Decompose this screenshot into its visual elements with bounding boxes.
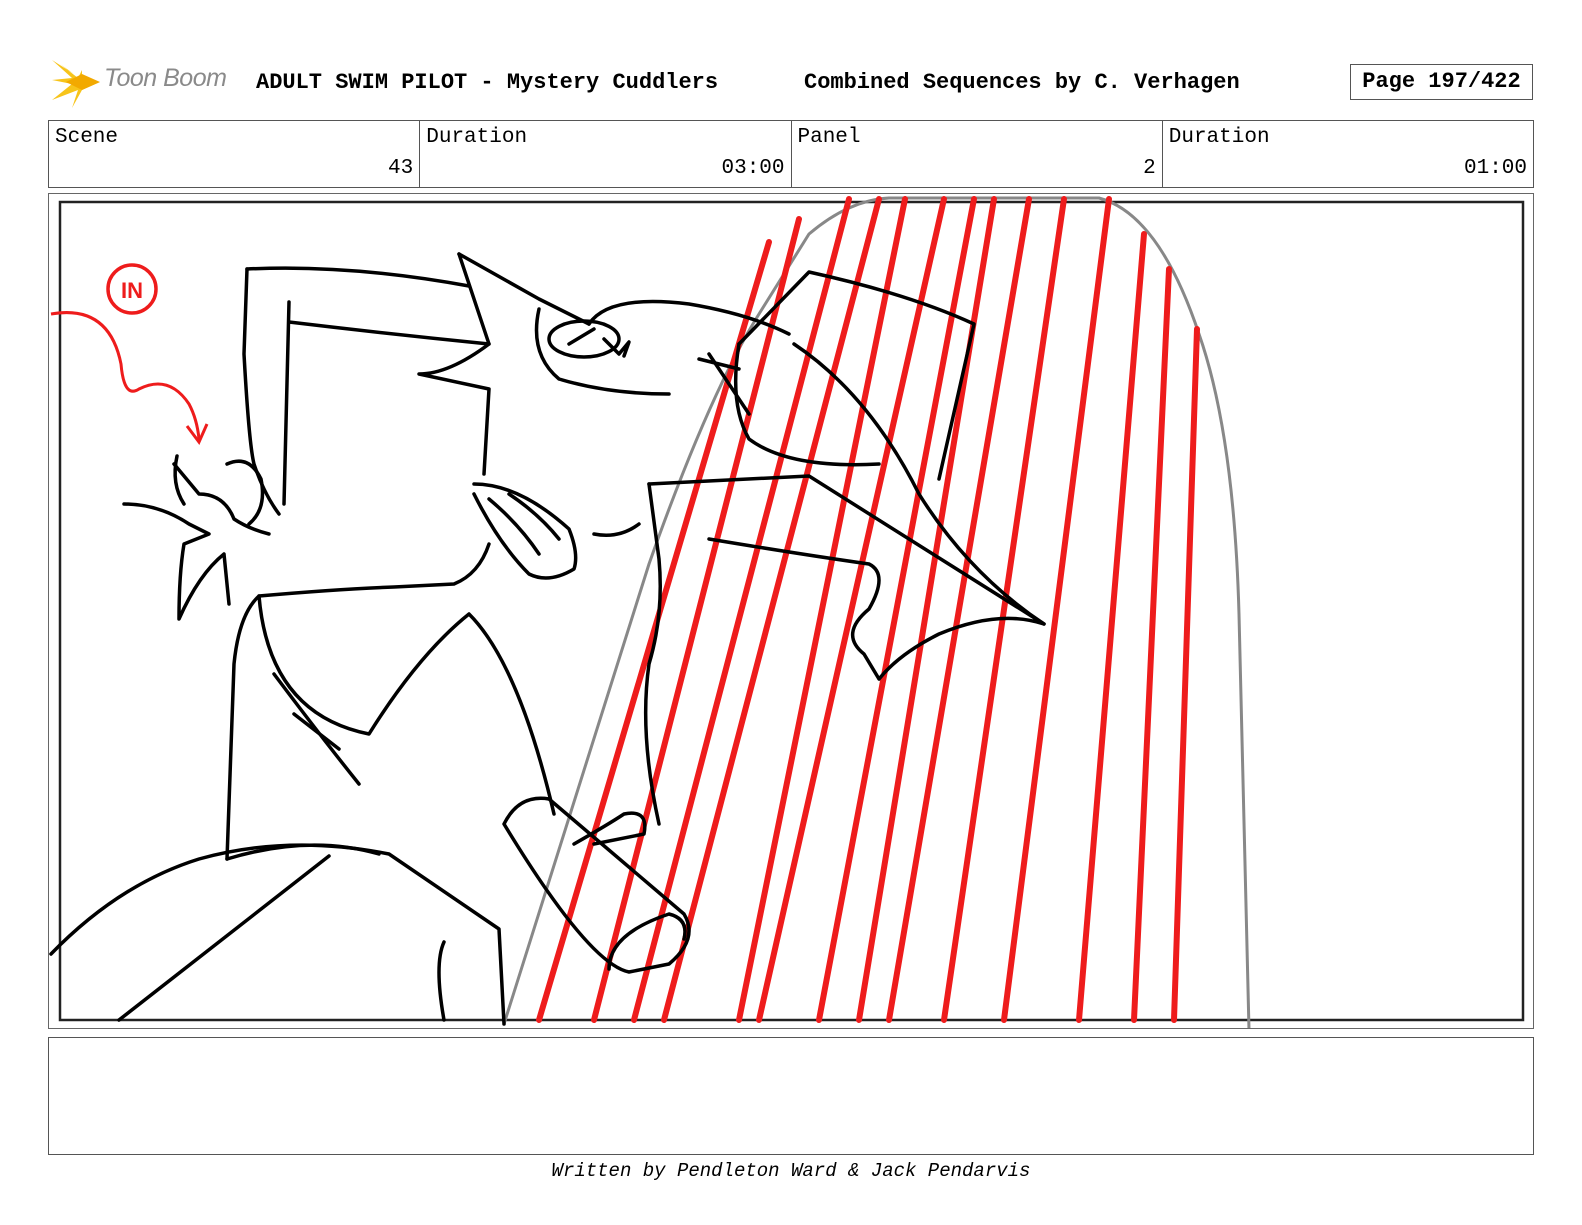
starburst-icon	[52, 60, 100, 108]
panel-duration-cell: Duration 01:00	[1163, 121, 1533, 187]
motion-arrow-path	[50, 311, 201, 440]
scene-cell: Scene 43	[49, 121, 421, 187]
page-indicator: Page 197/422	[1350, 64, 1533, 100]
panel-sketch: IN	[49, 196, 1525, 1028]
scene-duration-label: Duration	[426, 126, 528, 149]
dialogue-notes-box	[48, 1037, 1534, 1155]
speed-line	[1171, 326, 1200, 1023]
scene-label: Scene	[55, 126, 119, 149]
panel-duration-value: 01:00	[1463, 157, 1527, 180]
speed-line	[756, 196, 947, 1023]
scene-duration-cell: Duration 03:00	[420, 121, 792, 187]
panel-cell: Panel 2	[792, 121, 1163, 187]
speed-line	[1131, 266, 1172, 1023]
panel-duration-label: Duration	[1168, 126, 1270, 149]
scene-info-row: Scene 43 Duration 03:00 Panel 2 Duration…	[48, 120, 1534, 188]
scene-value: 43	[388, 157, 414, 180]
safe-area-frame	[58, 200, 1525, 1022]
panel-value: 2	[1143, 157, 1156, 180]
storyboard-title: ADULT SWIM PILOT - Mystery Cuddlers	[256, 70, 719, 95]
storyboard-subtitle: Combined Sequences by C. Verhagen	[804, 70, 1240, 95]
scene-duration-value: 03:00	[721, 157, 785, 180]
writer-credit: Written by Pendleton Ward & Jack Pendarv…	[551, 1160, 1031, 1182]
storyboard-panel: IN	[48, 193, 1534, 1029]
panel-label: Panel	[797, 126, 861, 149]
character-sketch	[49, 252, 1046, 1026]
speed-line	[816, 196, 977, 1023]
in-annotation: IN	[50, 263, 209, 445]
logo-text: Toon Boom	[104, 64, 227, 92]
in-label: IN	[121, 278, 143, 303]
